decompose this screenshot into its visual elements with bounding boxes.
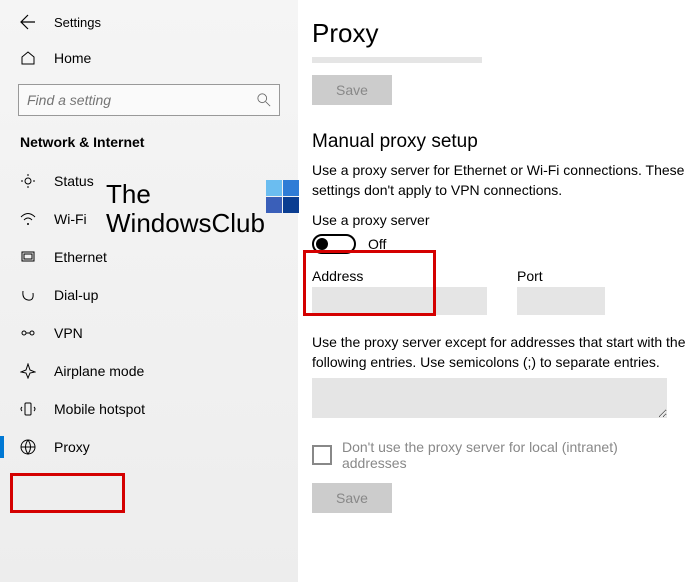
page-title: Proxy xyxy=(312,18,686,49)
local-checkbox-label: Don't use the proxy server for local (in… xyxy=(342,439,686,471)
nav-label: Ethernet xyxy=(54,249,107,265)
nav-label: Wi-Fi xyxy=(54,211,87,227)
globe-icon xyxy=(20,439,36,455)
nav-label: Mobile hotspot xyxy=(54,401,145,417)
sidebar-item-airplane[interactable]: Airplane mode xyxy=(0,352,298,390)
port-input[interactable] xyxy=(517,287,605,315)
nav-label: Proxy xyxy=(54,439,90,455)
search-input[interactable] xyxy=(27,92,257,108)
search-icon xyxy=(257,93,271,107)
sidebar-item-vpn[interactable]: VPN xyxy=(0,314,298,352)
wifi-icon xyxy=(20,211,36,227)
status-icon xyxy=(20,173,36,189)
save-button-top[interactable]: Save xyxy=(312,75,392,105)
address-input[interactable] xyxy=(312,287,487,315)
divider xyxy=(312,57,482,63)
nav-label: VPN xyxy=(54,325,83,341)
sidebar-item-ethernet[interactable]: Ethernet xyxy=(0,238,298,276)
search-box[interactable] xyxy=(18,84,280,116)
sidebar-item-dialup[interactable]: Dial-up xyxy=(0,276,298,314)
exceptions-input[interactable] xyxy=(312,378,667,418)
toggle-row: Off xyxy=(312,234,686,254)
proxy-toggle-label: Use a proxy server xyxy=(312,212,686,228)
local-checkbox[interactable] xyxy=(312,445,332,465)
nav-label: Airplane mode xyxy=(54,363,144,379)
settings-sidebar: Settings Home Network & Internet Status … xyxy=(0,0,298,582)
category-heading: Network & Internet xyxy=(0,130,298,162)
port-label: Port xyxy=(517,268,605,284)
section-description: Use a proxy server for Ethernet or Wi-Fi… xyxy=(312,161,686,200)
save-button-bottom[interactable]: Save xyxy=(312,483,392,513)
sidebar-item-proxy[interactable]: Proxy xyxy=(0,428,298,466)
watermark-logo-icon xyxy=(266,180,300,214)
nav-label: Status xyxy=(54,173,94,189)
address-label: Address xyxy=(312,268,487,284)
header-row: Settings xyxy=(0,0,298,40)
main-content: Proxy Save Manual proxy setup Use a prox… xyxy=(298,0,700,582)
back-arrow-icon[interactable] xyxy=(20,14,36,30)
watermark-text: The WindowsClub xyxy=(106,180,265,237)
dialup-icon xyxy=(20,287,36,303)
section-heading: Manual proxy setup xyxy=(312,131,686,153)
field-row: Address Port xyxy=(312,268,686,315)
nav-label: Dial-up xyxy=(54,287,98,303)
ethernet-icon xyxy=(20,249,36,265)
settings-label: Settings xyxy=(54,15,101,30)
sidebar-item-hotspot[interactable]: Mobile hotspot xyxy=(0,390,298,428)
toggle-state-label: Off xyxy=(368,236,386,252)
vpn-icon xyxy=(20,325,36,341)
exceptions-description: Use the proxy server except for addresse… xyxy=(312,333,686,372)
home-label: Home xyxy=(54,50,91,66)
sidebar-item-home[interactable]: Home xyxy=(0,40,298,76)
hotspot-icon xyxy=(20,401,36,417)
local-checkbox-row: Don't use the proxy server for local (in… xyxy=(312,439,686,471)
airplane-icon xyxy=(20,363,36,379)
home-icon xyxy=(20,50,36,66)
proxy-toggle[interactable] xyxy=(312,234,356,254)
toggle-knob xyxy=(316,238,328,250)
